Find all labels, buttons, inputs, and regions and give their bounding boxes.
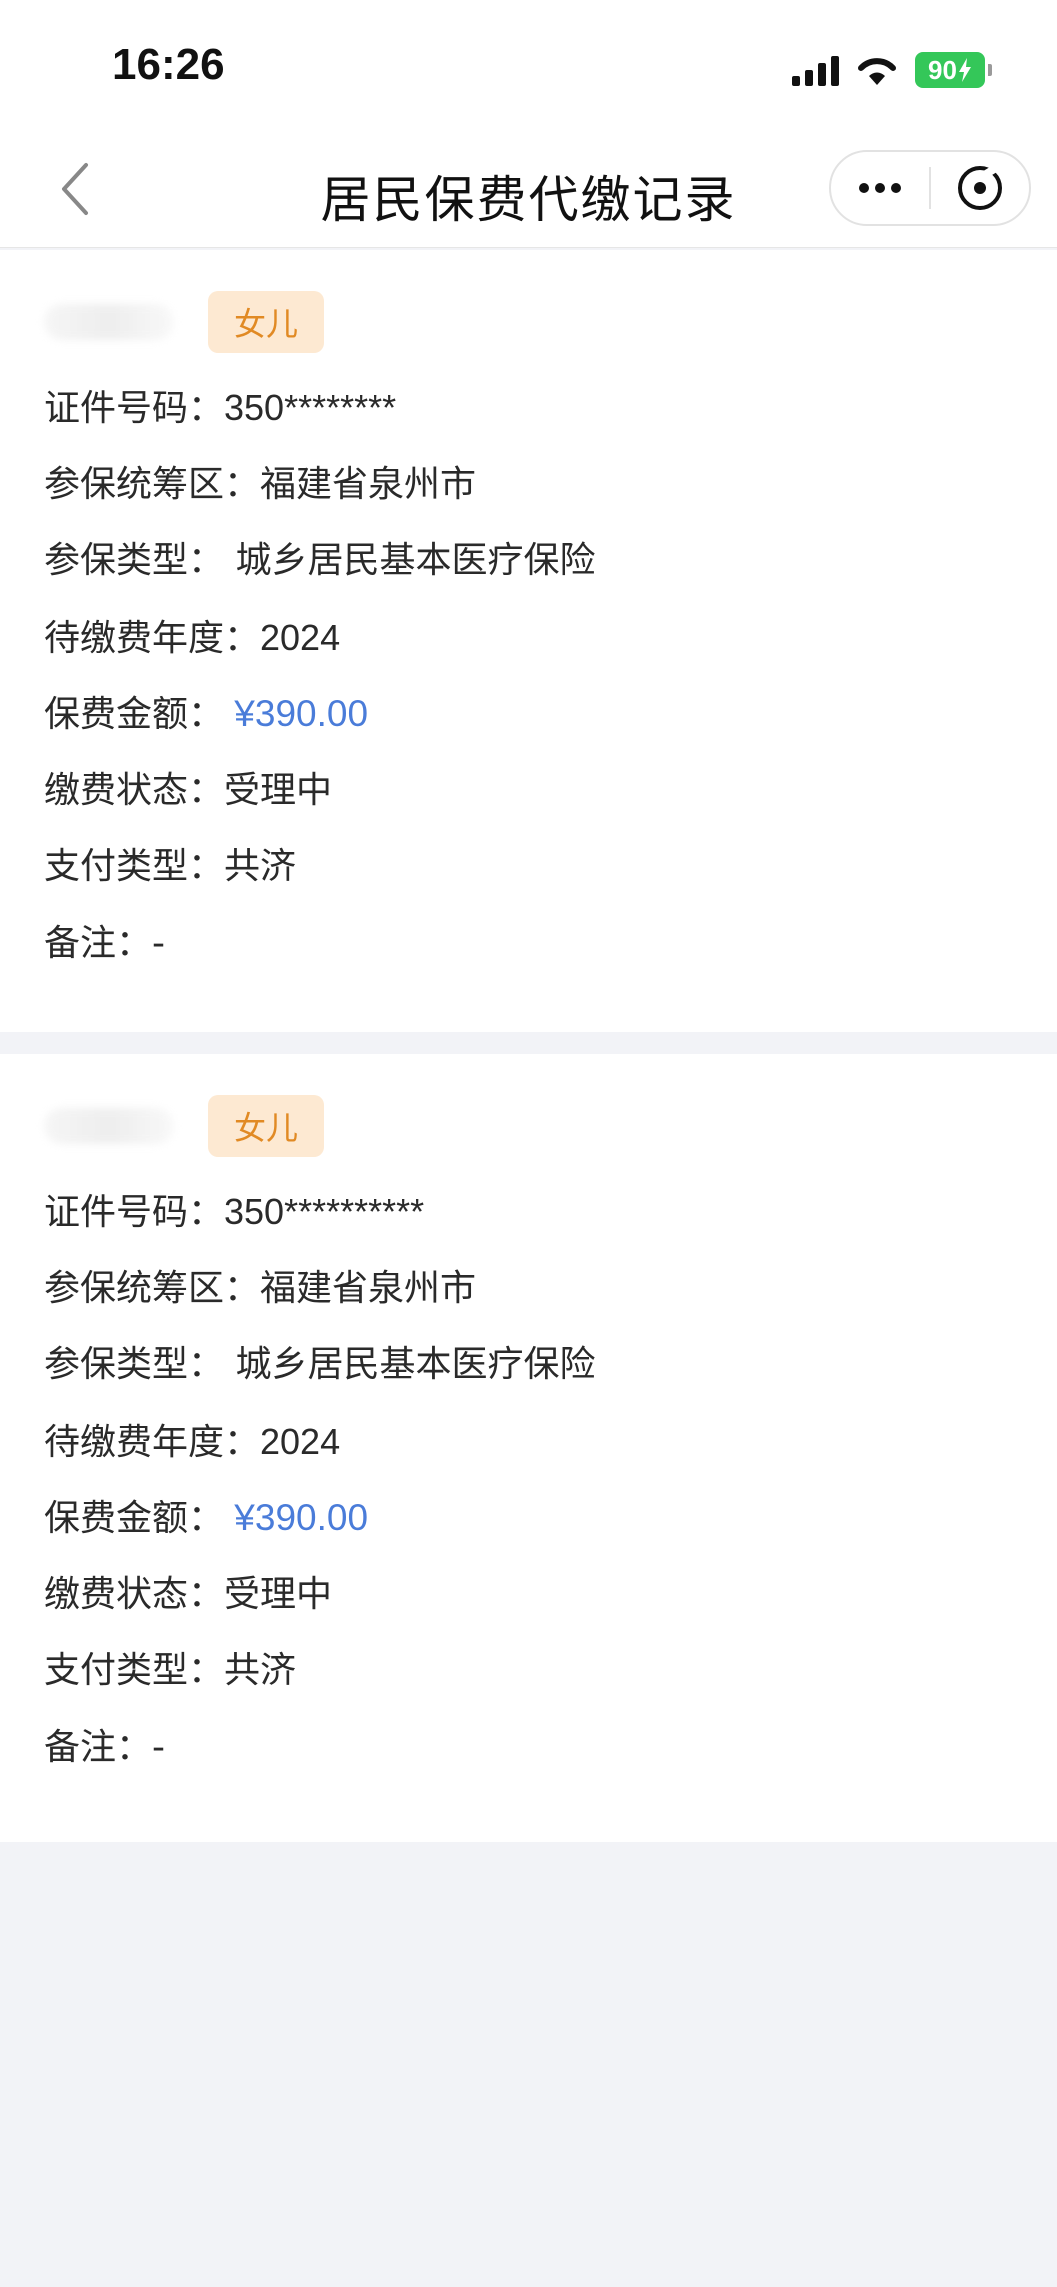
field-label: 参保统筹区： <box>44 463 261 505</box>
field-label: 参保类型： <box>44 540 225 581</box>
relation-tag: 女儿 <box>208 1095 325 1157</box>
field-value: 共济 <box>224 846 297 887</box>
field-label: 参保统筹区： <box>44 1267 261 1309</box>
field-amount: 保费金额： ¥390.00 <box>44 1488 595 1565</box>
more-button[interactable] <box>831 152 929 224</box>
status-bar: 16:26 90 <box>0 0 1057 130</box>
record-card[interactable]: 女儿 证件号码：350********** 参保统筹区：福建省泉州市 参保类型：… <box>0 1054 1057 1842</box>
field-year: 待缴费年度：2024 <box>44 608 595 685</box>
field-label: 证件号码： <box>44 388 225 429</box>
field-label: 参保类型： <box>44 1344 225 1385</box>
field-payment-type: 支付类型：共济 <box>44 837 595 914</box>
field-value: 城乡居民基本医疗保险 <box>224 540 596 581</box>
field-region: 参保统筹区：福建省泉州市 <box>44 455 595 532</box>
field-status: 缴费状态：受理中 <box>44 1565 595 1642</box>
status-time: 16:26 <box>112 40 225 89</box>
record-fields: 证件号码：350********** 参保统筹区：福建省泉州市 参保类型： 城乡… <box>44 1182 595 1794</box>
charging-bolt-icon <box>958 58 971 82</box>
field-value: 350********** <box>224 1191 425 1232</box>
mini-program-capsule <box>829 150 1031 226</box>
field-label: 支付类型： <box>44 846 225 887</box>
field-label: 待缴费年度： <box>44 617 261 659</box>
field-value: 福建省泉州市 <box>260 463 477 505</box>
wifi-icon <box>858 58 896 85</box>
redacted-name <box>44 304 174 340</box>
field-payment-type: 支付类型：共济 <box>44 1641 595 1718</box>
field-value: - <box>152 922 166 964</box>
record-card[interactable]: 女儿 证件号码：350******** 参保统筹区：福建省泉州市 参保类型： 城… <box>0 250 1057 1032</box>
field-value: 2024 <box>260 616 341 658</box>
field-remark: 备注：- <box>44 1718 595 1795</box>
field-insurance-type: 参保类型： 城乡居民基本医疗保险 <box>44 531 595 608</box>
field-label: 保费金额： <box>44 694 225 735</box>
battery-level: 90 <box>928 54 957 85</box>
close-mini-program-icon <box>958 164 1002 210</box>
field-value: 350******** <box>224 387 397 428</box>
nav-bar: 居民保费代缴记录 <box>0 130 1057 248</box>
battery-icon: 90 <box>915 52 992 88</box>
signal-icon <box>792 54 839 86</box>
relation-tag: 女儿 <box>208 291 325 353</box>
field-label: 缴费状态： <box>44 1573 225 1615</box>
redacted-name <box>44 1108 174 1144</box>
field-value: 2024 <box>260 1420 341 1462</box>
page: 16:26 90 居民保费代缴记录 女儿 证件号码：350******** 参保… <box>0 0 1057 2287</box>
amount-value: ¥390.00 <box>224 693 369 734</box>
field-value: 城乡居民基本医疗保险 <box>224 1344 596 1385</box>
field-label: 缴费状态： <box>44 769 225 811</box>
field-id-number: 证件号码：350******** <box>44 378 595 455</box>
field-value: 共济 <box>224 1650 297 1691</box>
field-label: 证件号码： <box>44 1192 225 1233</box>
card-header: 女儿 <box>44 291 325 353</box>
field-amount: 保费金额： ¥390.00 <box>44 684 595 761</box>
field-id-number: 证件号码：350********** <box>44 1182 595 1259</box>
field-value: 受理中 <box>224 769 333 811</box>
status-icons: 90 <box>792 48 992 92</box>
field-label: 备注： <box>44 1726 153 1768</box>
field-value: 受理中 <box>224 1573 333 1615</box>
field-label: 备注： <box>44 922 153 964</box>
close-button[interactable] <box>931 152 1029 224</box>
field-label: 支付类型： <box>44 1650 225 1691</box>
field-remark: 备注：- <box>44 914 595 991</box>
field-year: 待缴费年度：2024 <box>44 1412 595 1489</box>
field-label: 待缴费年度： <box>44 1421 261 1463</box>
field-value: 福建省泉州市 <box>260 1267 477 1309</box>
amount-value: ¥390.00 <box>224 1497 369 1538</box>
more-icon <box>859 183 901 193</box>
record-fields: 证件号码：350******** 参保统筹区：福建省泉州市 参保类型： 城乡居民… <box>44 378 595 990</box>
field-region: 参保统筹区：福建省泉州市 <box>44 1259 595 1336</box>
field-label: 保费金额： <box>44 1498 225 1539</box>
field-value: - <box>152 1726 166 1768</box>
field-insurance-type: 参保类型： 城乡居民基本医疗保险 <box>44 1335 595 1412</box>
field-status: 缴费状态：受理中 <box>44 761 595 838</box>
card-header: 女儿 <box>44 1095 325 1157</box>
